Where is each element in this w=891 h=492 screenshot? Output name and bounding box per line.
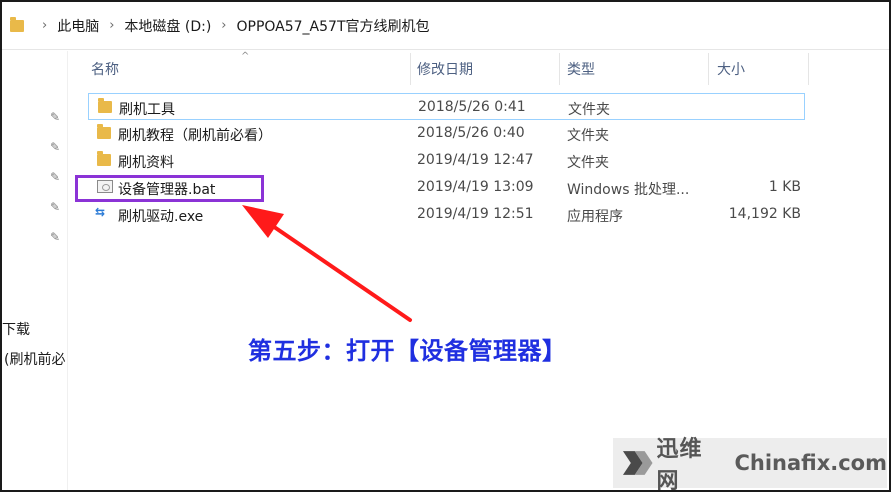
watermark-cn-text: 迅维网	[656, 437, 703, 492]
step-instruction: 第五步：打开【设备管理器】	[248, 337, 567, 365]
chinafix-logo-icon	[622, 451, 653, 475]
watermark: 迅维网 Chinafix.com	[613, 437, 887, 490]
watermark-en-text: Chinafix.com	[734, 451, 887, 475]
annotation-arrow	[242, 205, 412, 322]
explorer-window: › 此电脑 › 本地磁盘 (D:) › OPPOA57_A57T官方线刷机包 ✎…	[0, 0, 891, 492]
